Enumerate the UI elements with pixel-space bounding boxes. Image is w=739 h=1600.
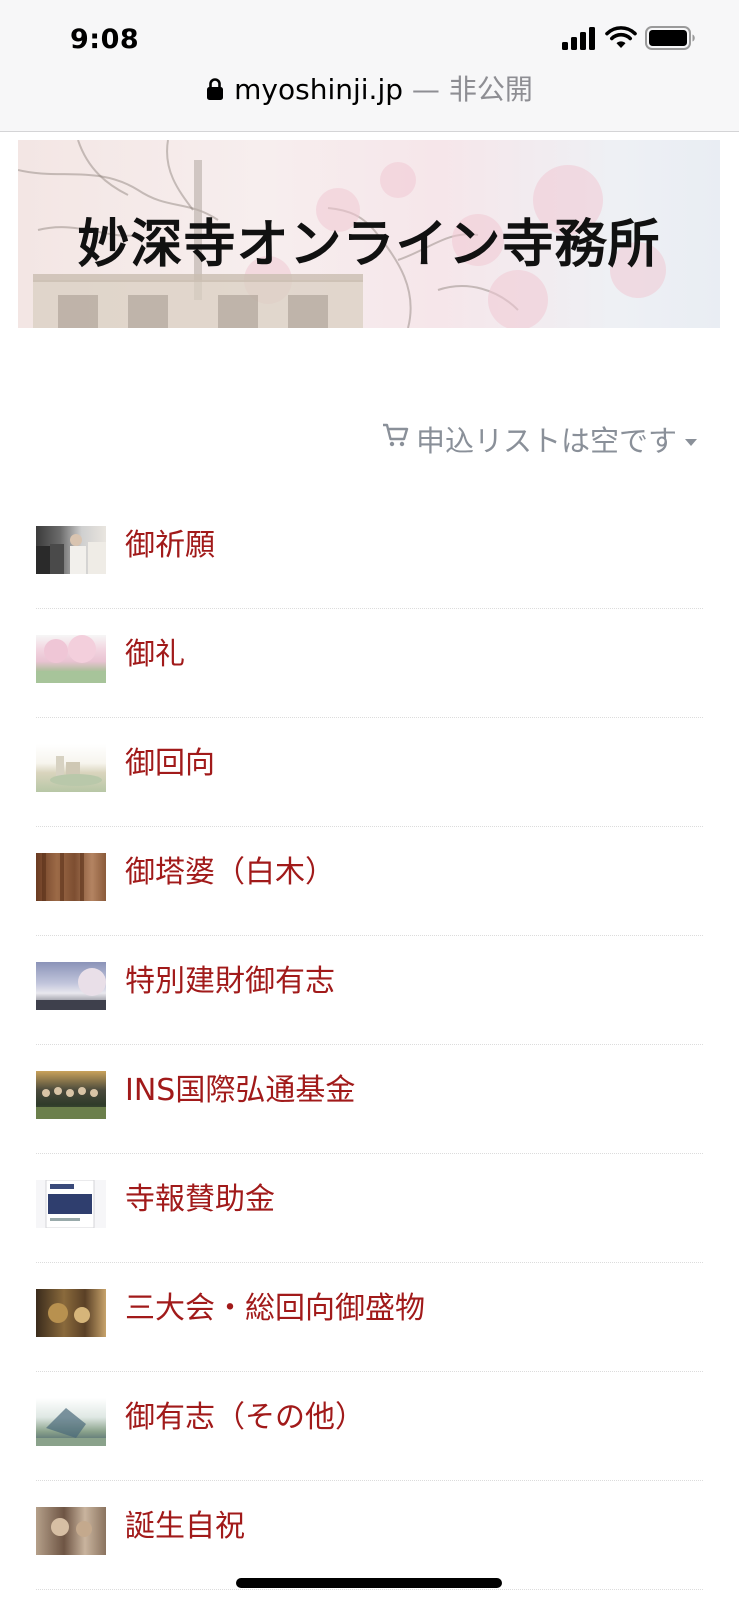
product-list: 御祈願 御礼 御回向 御塔婆（白木） 特別建財御有志 INS国際弘通基金 寺報賛… xyxy=(36,500,703,1590)
photo-icon xyxy=(50,756,102,786)
list-item[interactable]: 御有志（その他） xyxy=(36,1372,703,1481)
thumbnail-other-donation[interactable] xyxy=(36,1398,106,1446)
browser-top-bar: 9:08 myoshinji.jp — 非公開 xyxy=(0,0,739,132)
list-item[interactable]: 三大会・総回向御盛物 xyxy=(36,1263,703,1372)
site-banner[interactable]: 妙深寺オンライン寺務所 xyxy=(18,140,720,328)
thumbnail-building-fund[interactable] xyxy=(36,962,106,1010)
photo-icon xyxy=(48,1303,90,1323)
photo-icon xyxy=(42,853,84,901)
address-privacy-label: 非公開 xyxy=(448,73,533,106)
photo-icon xyxy=(36,534,106,574)
thumbnail-memorial[interactable] xyxy=(36,744,106,792)
lock-icon xyxy=(207,78,224,100)
photo-icon xyxy=(36,1408,106,1446)
banner-title: 妙深寺オンライン寺務所 xyxy=(77,214,661,275)
thumbnail-birthday[interactable] xyxy=(36,1507,106,1555)
photo-icon xyxy=(45,1180,95,1228)
list-item[interactable]: 特別建財御有志 xyxy=(36,936,703,1045)
list-item[interactable]: 寺報賛助金 xyxy=(36,1154,703,1263)
item-label[interactable]: 御回向 xyxy=(125,738,215,782)
address-separator: — xyxy=(403,73,449,106)
photo-icon xyxy=(36,968,106,1010)
thumbnail-wooden-stupa[interactable] xyxy=(36,853,106,901)
home-indicator[interactable] xyxy=(236,1578,502,1588)
list-item[interactable]: 誕生自祝 xyxy=(36,1481,703,1590)
thumbnail-prayer[interactable] xyxy=(36,526,106,574)
item-label[interactable]: 御礼 xyxy=(125,629,185,673)
item-label[interactable]: 御塔婆（白木） xyxy=(125,847,335,891)
status-time: 9:08 xyxy=(70,24,140,55)
shopping-cart-icon xyxy=(382,423,409,447)
battery-icon xyxy=(645,26,695,50)
item-label[interactable]: 御祈願 xyxy=(125,520,215,564)
item-label[interactable]: 特別建財御有志 xyxy=(125,956,335,1000)
list-item[interactable]: 御塔婆（白木） xyxy=(36,827,703,936)
list-item[interactable]: 御祈願 xyxy=(36,500,703,609)
cart-status-text: 申込リストは空です xyxy=(415,424,677,458)
item-label[interactable]: 三大会・総回向御盛物 xyxy=(125,1283,425,1327)
thumbnail-temple-newsletter[interactable] xyxy=(36,1180,106,1228)
list-item[interactable]: INS国際弘通基金 xyxy=(36,1045,703,1154)
photo-icon xyxy=(36,1087,106,1119)
item-label[interactable]: 御有志（その他） xyxy=(125,1392,365,1436)
item-label[interactable]: 寺報賛助金 xyxy=(125,1174,275,1218)
list-item[interactable]: 御礼 xyxy=(36,609,703,718)
item-label[interactable]: INS国際弘通基金 xyxy=(125,1065,355,1109)
list-item[interactable]: 御回向 xyxy=(36,718,703,827)
thumbnail-thanks[interactable] xyxy=(36,635,106,683)
cart-dropdown[interactable]: 申込リストは空です xyxy=(382,418,697,460)
address-domain: myoshinji.jp xyxy=(234,73,404,106)
item-label[interactable]: 誕生自祝 xyxy=(125,1501,245,1545)
page: 9:08 myoshinji.jp — 非公開 妙深寺オンライン寺務所 申込リス… xyxy=(0,0,739,1600)
photo-icon xyxy=(51,1518,92,1537)
address-bar[interactable]: myoshinji.jp — 非公開 xyxy=(0,68,739,108)
thumbnail-ins-fund[interactable] xyxy=(36,1071,106,1119)
photo-icon xyxy=(36,635,106,683)
thumbnail-offerings[interactable] xyxy=(36,1289,106,1337)
caret-down-icon xyxy=(685,439,697,446)
wifi-icon xyxy=(605,26,637,48)
cellular-signal-icon xyxy=(562,27,595,50)
